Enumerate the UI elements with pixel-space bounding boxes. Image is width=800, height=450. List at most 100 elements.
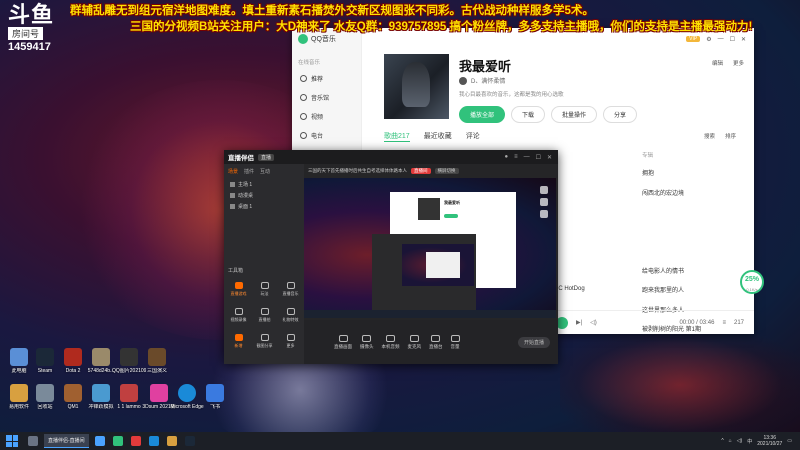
tool-item[interactable]: 更多 — [278, 330, 303, 352]
side-item-radio[interactable]: 电台 — [292, 126, 361, 145]
music-hall-icon — [300, 94, 307, 101]
windows-start-icon[interactable] — [6, 435, 18, 447]
desktop-icon-game[interactable]: 三国演义 — [140, 348, 174, 374]
album-cell[interactable]: 闯西北的宏边境 — [642, 188, 701, 208]
edit-button[interactable]: 编辑 — [712, 59, 723, 67]
stage-button[interactable]: 直播台 — [429, 334, 443, 350]
next-icon[interactable]: ▶| — [576, 319, 582, 326]
scene-item[interactable]: 主场 1 — [224, 179, 304, 190]
eye-icon[interactable] — [230, 182, 235, 187]
chevron-up-icon[interactable]: ^ — [721, 438, 723, 444]
tool-item[interactable]: 直播游戏 — [226, 278, 251, 300]
vip-badge[interactable]: VIP — [686, 36, 701, 42]
minimize-icon[interactable]: — — [524, 154, 530, 161]
search-icon[interactable] — [28, 436, 38, 446]
side-item-music-hall[interactable]: 音乐馆 — [292, 88, 361, 107]
playlist-icon[interactable]: ≡ — [722, 320, 726, 326]
avatar[interactable]: ● — [504, 154, 508, 161]
tab-interact[interactable]: 互动 — [260, 168, 270, 175]
tool-item[interactable]: 视频录像 — [226, 304, 251, 326]
camera-button[interactable]: 摄像头 — [360, 334, 374, 350]
mic-button[interactable]: 麦克风 — [408, 334, 421, 350]
app-icon[interactable] — [130, 436, 141, 446]
share-button[interactable]: 分享 — [603, 106, 638, 123]
album-cell[interactable] — [642, 227, 701, 247]
scene-item[interactable]: 桌面 1 — [224, 201, 304, 212]
douyu-icon[interactable] — [94, 436, 105, 446]
tab-plugins[interactable]: 插件 — [244, 168, 254, 175]
preview-side-icons — [540, 186, 548, 218]
folder-icon[interactable] — [166, 436, 177, 446]
screen-source-button[interactable]: 直播画面 — [334, 334, 352, 350]
start-live-button[interactable]: 开始直播 — [517, 336, 550, 348]
eye-icon[interactable] — [230, 204, 235, 209]
audio-button[interactable]: 本机音频 — [382, 334, 400, 350]
speaker-icon[interactable]: ◁) — [737, 438, 743, 444]
edge-icon[interactable] — [148, 436, 159, 446]
douyu-logo: 斗鱼 — [8, 2, 55, 27]
input-language[interactable]: 中 — [747, 438, 752, 445]
room-id: 1459417 — [8, 41, 51, 53]
batch-button[interactable]: 批量操作 — [551, 106, 598, 123]
live-preview[interactable]: 我最爱听 — [304, 178, 556, 318]
maximize-icon[interactable]: ☐ — [730, 36, 735, 43]
network-icon[interactable]: ⌂ — [729, 438, 732, 444]
album-cell[interactable]: 拥抱 — [642, 168, 701, 188]
live-bottom-bar: 直播画面 摄像头 本机音频 麦克风 直播台 音量 开始直播 — [304, 320, 558, 364]
desktop-icon-feishu[interactable]: 飞书 — [198, 384, 232, 410]
tool-item[interactable]: 截图分享 — [252, 330, 277, 352]
steam-icon[interactable] — [184, 436, 195, 446]
game-icon — [148, 348, 166, 366]
network-speed-widget[interactable]: 25% 0.1K/s — [740, 270, 764, 294]
album-cell[interactable]: 跑来我那里的人 — [642, 285, 701, 305]
scene-item[interactable]: 动漫桌 — [224, 190, 304, 201]
tab-scenes[interactable]: 场景 — [228, 168, 238, 175]
tab-songs[interactable]: 歌曲217 — [384, 131, 410, 142]
tab-recent[interactable]: 最近收藏 — [424, 131, 452, 142]
tool-item[interactable]: 玩法 — [252, 278, 277, 300]
room-button[interactable]: 直播间 — [411, 168, 431, 174]
volume-icon — [450, 334, 460, 342]
app-icon — [150, 384, 168, 402]
tool-item[interactable]: 礼物特效 — [278, 304, 303, 326]
maximize-icon[interactable]: ☐ — [536, 154, 541, 161]
tool-item[interactable]: 直播音乐 — [278, 278, 303, 300]
album-cell[interactable]: 给电影人的情书 — [642, 266, 701, 286]
search-button[interactable]: 搜索 — [704, 132, 715, 140]
sort-button[interactable]: 排序 — [725, 132, 736, 140]
play-all-button[interactable]: 播放全部 — [459, 106, 506, 123]
preview-taskbar — [304, 310, 556, 318]
computer-icon — [10, 348, 28, 366]
album-cell[interactable] — [642, 246, 701, 266]
close-icon[interactable]: ✕ — [547, 154, 552, 161]
playlist-description: 我心目最喜欢的音乐，这都是我的用心选歌 — [459, 92, 564, 98]
eye-icon[interactable] — [230, 193, 235, 198]
side-item-video[interactable]: 视频 — [292, 107, 361, 126]
volume-button[interactable]: 音量 — [450, 334, 460, 350]
settings-icon[interactable]: ⚙ — [706, 36, 711, 43]
tool-item[interactable]: 直播拍 — [252, 304, 277, 326]
orientation-button[interactable]: 横屏切换 — [434, 168, 459, 174]
clock[interactable]: 13:36 2021/10/27 — [757, 435, 782, 447]
feishu-icon — [206, 384, 224, 402]
volume-icon[interactable]: ◁) — [590, 319, 597, 326]
camera-icon — [362, 334, 372, 342]
desktop-icon-lammo[interactable]: 1 1 lammo — [112, 384, 146, 410]
dota2-icon — [64, 348, 82, 366]
download-button[interactable]: 下载 — [511, 106, 546, 123]
creator-name[interactable]: D、满怀柔情 — [471, 76, 505, 85]
tab-comments[interactable]: 评论 — [466, 131, 480, 142]
playlist-creator: D、满怀柔情 — [459, 76, 505, 85]
live-toolbar: 三国的天下首先播播时后共生自考选择体体路本人 直播间 横屏切换 — [304, 164, 558, 178]
tool-item[interactable]: 新增 — [226, 330, 251, 352]
taskbar-task-live[interactable]: 直播伴侣-直播间 — [44, 434, 89, 448]
more-button[interactable]: 更多 — [733, 59, 744, 67]
menu-icon[interactable]: ≡ — [514, 154, 518, 161]
album-cell[interactable] — [642, 207, 701, 227]
creator-avatar[interactable] — [459, 76, 467, 85]
side-item-recommend[interactable]: 推荐 — [292, 69, 361, 88]
minimize-icon[interactable]: — — [718, 36, 724, 42]
notification-icon[interactable]: ▭ — [787, 438, 792, 444]
qq-music-icon[interactable] — [112, 436, 123, 446]
close-icon[interactable]: ✕ — [741, 36, 746, 43]
